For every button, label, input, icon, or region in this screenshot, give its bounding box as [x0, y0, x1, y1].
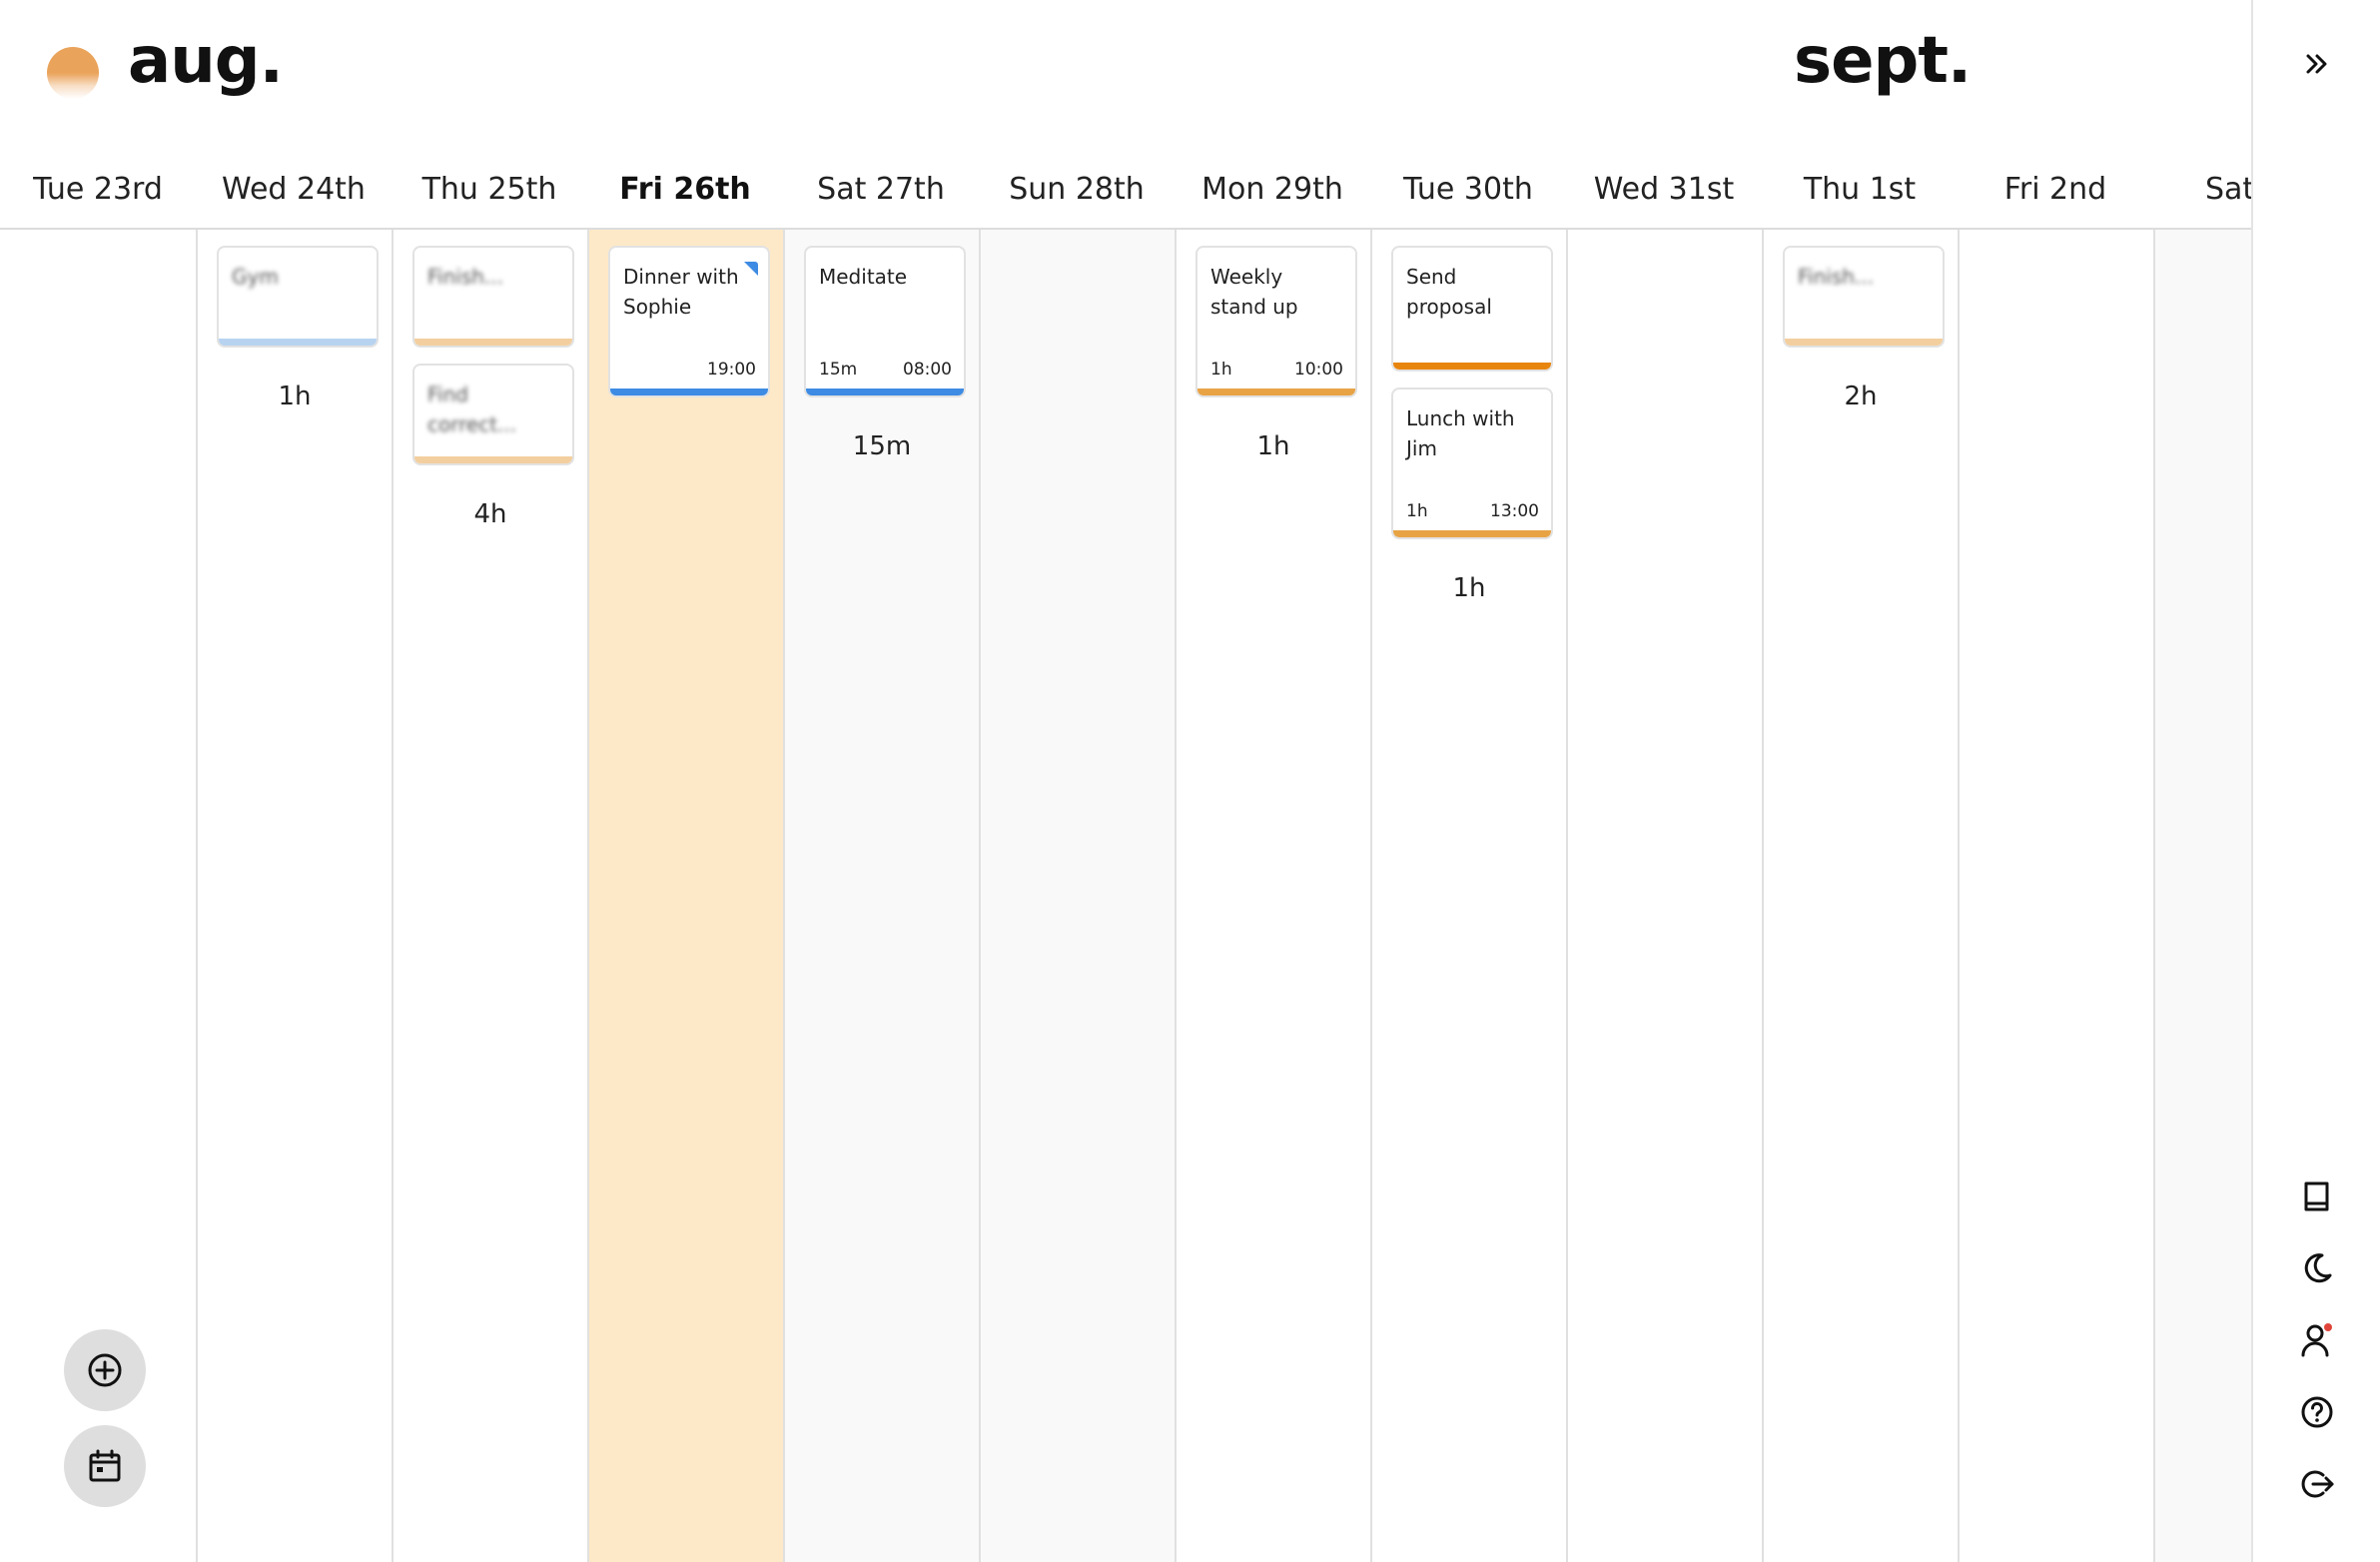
help-icon — [2301, 1396, 2332, 1428]
notification-dot — [2323, 1323, 2332, 1331]
day-column[interactable]: Meditate 15m 08:00 15m — [783, 230, 979, 1562]
day-column[interactable]: Finish... 2h — [1762, 230, 1958, 1562]
day-total-duration: 1h — [1452, 573, 1486, 603]
profile-button[interactable] — [2299, 1322, 2335, 1358]
event-color-bar — [1785, 339, 1943, 346]
calendar-button[interactable] — [64, 1425, 146, 1507]
help-button[interactable] — [2299, 1394, 2335, 1430]
event-card[interactable]: Meditate 15m 08:00 — [804, 246, 966, 397]
event-time: 13:00 — [1490, 501, 1539, 521]
event-title: Dinner with Sophie — [623, 265, 739, 319]
day-header: Fri 26th — [619, 172, 751, 207]
event-card[interactable]: Find correct... — [412, 364, 574, 465]
right-sidebar — [2251, 0, 2380, 1562]
event-color-bar — [1393, 363, 1551, 370]
event-card[interactable]: Gym — [217, 246, 379, 348]
plus-circle-icon — [88, 1353, 122, 1387]
event-color-bar — [806, 389, 964, 395]
event-color-bar — [414, 339, 572, 346]
event-title: Send proposal — [1406, 265, 1492, 319]
day-header: Wed 31st — [1593, 172, 1735, 207]
event-card[interactable]: Dinner with Sophie 19:00 — [608, 246, 770, 397]
day-header: Tue 23rd — [33, 172, 163, 207]
event-title: Gym — [232, 265, 279, 289]
day-header: Tue 30th — [1403, 172, 1533, 207]
day-header: Wed 24th — [222, 172, 366, 207]
event-card[interactable]: Finish... — [1783, 246, 1945, 348]
event-title: Lunch with Jim — [1406, 406, 1515, 460]
event-color-bar — [414, 456, 572, 463]
month-label-sept: sept. — [1794, 24, 1972, 98]
calendar-icon — [89, 1449, 121, 1482]
day-header: Mon 29th — [1201, 172, 1343, 207]
event-title: Weekly stand up — [1210, 265, 1298, 319]
day-total-duration: 15m — [852, 431, 912, 461]
expand-sidebar-button[interactable] — [2299, 46, 2335, 82]
event-time: 10:00 — [1294, 360, 1343, 380]
event-color-bar — [610, 389, 768, 395]
event-duration: 1h — [1210, 360, 1232, 380]
logout-icon — [2301, 1470, 2333, 1498]
event-card[interactable]: Send proposal — [1391, 246, 1553, 372]
event-color-bar — [1393, 530, 1551, 537]
calendar-main: aug. sept. Tue 23rd Wed 24th Thu 25th Fri 2… — [0, 0, 2251, 1562]
guide-button[interactable] — [2299, 1178, 2335, 1214]
day-total-duration: 2h — [1844, 382, 1878, 411]
event-time: 19:00 — [707, 360, 756, 380]
day-header: Thu 25th — [421, 172, 557, 207]
shared-event-marker-icon — [744, 262, 758, 276]
event-duration: 1h — [1406, 501, 1428, 521]
add-task-button[interactable] — [64, 1329, 146, 1411]
dark-mode-button[interactable] — [2299, 1250, 2335, 1286]
day-column[interactable]: Finish... Find correct... 4h — [392, 230, 587, 1562]
day-column[interactable] — [1566, 230, 1762, 1562]
event-card[interactable]: Finish... — [412, 246, 574, 348]
day-column[interactable]: Weekly stand up 1h 10:00 1h — [1175, 230, 1370, 1562]
day-column[interactable] — [2153, 230, 2251, 1562]
event-card[interactable]: Weekly stand up 1h 10:00 — [1195, 246, 1357, 397]
event-title: Find correct... — [427, 383, 517, 436]
day-total-duration: 1h — [1256, 431, 1290, 461]
day-header: Sun 28th — [1009, 172, 1145, 207]
user-icon — [2301, 1323, 2332, 1357]
day-column[interactable]: Send proposal Lunch with Jim 1h 13:00 1h — [1370, 230, 1566, 1562]
event-title: Meditate — [819, 265, 908, 289]
day-total-duration: 4h — [473, 499, 507, 529]
app: aug. sept. Tue 23rd Wed 24th Thu 25th Fri 2… — [0, 0, 2380, 1562]
event-card[interactable]: Lunch with Jim 1h 13:00 — [1391, 388, 1553, 539]
double-chevron-right-icon — [2306, 54, 2326, 74]
event-title: Finish... — [1798, 265, 1875, 289]
day-header: Thu 1st — [1803, 172, 1917, 207]
day-header: Sat 27th — [817, 172, 945, 207]
day-column[interactable] — [1958, 230, 2153, 1562]
event-color-bar — [219, 339, 377, 346]
sun-logo-icon — [47, 47, 99, 99]
day-column[interactable]: Gym 1h — [196, 230, 392, 1562]
event-time: 08:00 — [903, 360, 952, 380]
moon-icon — [2304, 1253, 2331, 1283]
event-title: Finish... — [427, 265, 504, 289]
month-label-aug: aug. — [128, 24, 284, 98]
day-column[interactable]: Dinner with Sophie 19:00 — [587, 230, 783, 1562]
day-column[interactable] — [979, 230, 1175, 1562]
event-color-bar — [1197, 389, 1355, 395]
day-total-duration: 1h — [278, 382, 312, 411]
day-header: Fri 2nd — [2003, 172, 2107, 207]
book-icon — [2304, 1181, 2328, 1211]
logout-button[interactable] — [2299, 1466, 2335, 1502]
day-header: Sat — [2205, 172, 2251, 207]
event-duration: 15m — [819, 360, 858, 380]
